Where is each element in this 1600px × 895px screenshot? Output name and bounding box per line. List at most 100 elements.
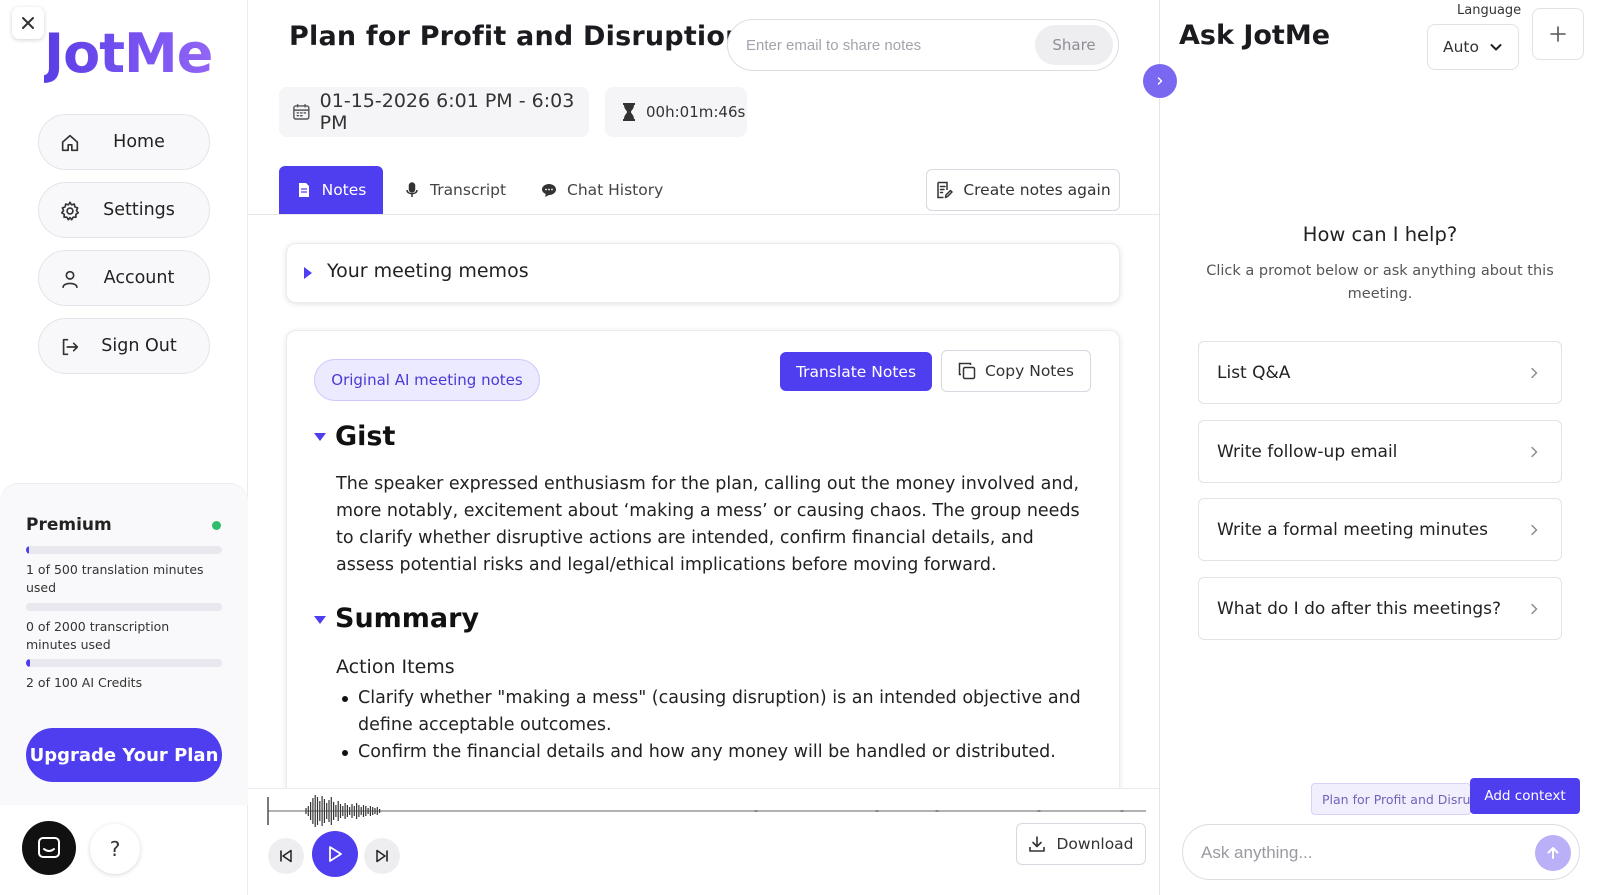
tab-label: Transcript (430, 181, 507, 199)
play-icon (329, 846, 342, 862)
nav-item-home[interactable]: Home (38, 114, 210, 170)
download-label: Download (1056, 835, 1134, 853)
download-icon (1029, 836, 1046, 852)
copy-notes-button[interactable]: Copy Notes (941, 350, 1091, 392)
skip-back-icon (280, 849, 292, 863)
play-button[interactable] (312, 831, 358, 877)
chevron-right-icon (1531, 446, 1538, 458)
collapse-arrow-icon[interactable] (314, 616, 326, 624)
ask-jotme-panel: Ask JotMe Language Auto How can I help? … (1160, 0, 1600, 895)
usage-fill (26, 546, 29, 554)
create-notes-label: Create notes again (963, 181, 1111, 199)
assistant-title: Ask JotMe (1179, 20, 1331, 51)
tab-transcript[interactable]: Transcript (404, 166, 522, 214)
previous-button[interactable] (268, 838, 304, 874)
edit-notes-icon (937, 181, 954, 199)
chevron-down-icon (1490, 44, 1502, 51)
meeting-duration-box: 00h:01m:46s (605, 87, 747, 137)
collapse-panel-button[interactable] (1143, 64, 1177, 98)
tab-label: Chat History (567, 181, 664, 199)
hourglass-icon (623, 103, 635, 121)
help-button[interactable]: ? (90, 824, 140, 874)
transcription-usage-bar (26, 603, 222, 611)
arrow-up-icon (1547, 847, 1559, 859)
translate-notes-button[interactable]: Translate Notes (780, 352, 932, 391)
send-button[interactable] (1535, 835, 1571, 871)
nav-item-account[interactable]: Account (38, 250, 210, 306)
meeting-date-box: 01-15-2026 6:01 PM - 6:03 PM (279, 87, 589, 137)
summary-heading: Summary (335, 603, 480, 634)
tabs-divider (248, 214, 1159, 215)
collapse-arrow-icon[interactable] (314, 433, 326, 441)
upgrade-plan-button[interactable]: Upgrade Your Plan (26, 728, 222, 782)
support-chat-button[interactable] (22, 821, 76, 875)
action-items-list: Clarify whether "making a mess" (causing… (336, 685, 1096, 766)
nav-item-sign-out[interactable]: Sign Out (38, 318, 210, 374)
language-value: Auto (1443, 38, 1479, 56)
chevron-right-icon (1531, 524, 1538, 536)
close-sidebar-button[interactable] (12, 7, 44, 39)
prompt-next-steps[interactable]: What do I do after this meetings? (1198, 577, 1562, 640)
list-item: Confirm the financial details and how an… (336, 739, 1096, 766)
microphone-icon (406, 182, 418, 197)
audio-player: Download (248, 788, 1159, 895)
main-content: Plan for Profit and Disruption Share 01-… (248, 0, 1159, 895)
prompt-label: Write follow-up email (1217, 441, 1398, 462)
prompt-list-qa[interactable]: List Q&A (1198, 341, 1562, 404)
new-chat-button[interactable] (1532, 8, 1584, 60)
original-notes-badge[interactable]: Original AI meeting notes (314, 359, 540, 401)
calendar-icon (293, 104, 310, 120)
prompt-follow-up-email[interactable]: Write follow-up email (1198, 420, 1562, 483)
download-button[interactable]: Download (1016, 823, 1146, 865)
meeting-date-range: 01-15-2026 6:01 PM - 6:03 PM (319, 90, 575, 134)
nav-label: Home (113, 132, 165, 152)
prompt-label: List Q&A (1217, 362, 1291, 383)
language-select[interactable]: Auto (1427, 24, 1519, 70)
tab-notes[interactable]: Notes (279, 166, 383, 214)
notes-icon (298, 183, 309, 197)
skip-forward-icon (376, 849, 388, 863)
plus-icon (1550, 26, 1566, 42)
meeting-duration: 00h:01m:46s (646, 103, 746, 121)
prompt-meeting-minutes[interactable]: Write a formal meeting minutes (1198, 498, 1562, 561)
prompt-label: Write a formal meeting minutes (1217, 519, 1488, 540)
add-context-button[interactable]: Add context (1470, 778, 1580, 814)
nav-label: Settings (103, 200, 175, 220)
notes-card: Original AI meeting notes Translate Note… (286, 330, 1120, 800)
nav-label: Account (103, 268, 175, 288)
next-button[interactable] (364, 838, 400, 874)
ai-credits-usage-bar (26, 659, 222, 667)
help-subtitle: Click a promot below or ask anything abo… (1206, 263, 1554, 302)
copy-notes-label: Copy Notes (984, 362, 1074, 380)
share-email-input[interactable] (746, 33, 1026, 57)
ai-credits-usage-text: 2 of 100 AI Credits (26, 675, 143, 690)
chevron-right-icon (1157, 77, 1163, 85)
translation-usage-text: 1 of 500 translation minutes used (26, 562, 204, 595)
transcription-usage-text: 0 of 2000 transcription minutes used (26, 619, 170, 652)
help-heading: How can I help? (1302, 223, 1458, 246)
app-logo: JotMe (44, 22, 213, 85)
nav-label: Sign Out (101, 336, 177, 356)
close-icon (22, 17, 34, 29)
share-button[interactable]: Share (1035, 25, 1113, 65)
chevron-right-icon (1531, 603, 1538, 615)
chat-bubble-icon (38, 837, 60, 858)
copy-icon (958, 362, 976, 380)
ask-input-box (1182, 824, 1580, 880)
ask-input[interactable] (1201, 839, 1521, 867)
gist-heading: Gist (335, 421, 396, 452)
tab-label: Notes (321, 181, 367, 199)
chevron-right-icon (1531, 367, 1538, 379)
prompt-label: What do I do after this meetings? (1217, 598, 1502, 619)
tab-chat-history[interactable]: Chat History (541, 166, 681, 214)
sidebar: JotMe Home Settings Account Sign Out Pre… (0, 0, 248, 895)
context-chip[interactable]: Plan for Profit and Disru (1311, 783, 1471, 815)
nav-item-settings[interactable]: Settings (38, 182, 210, 238)
create-notes-again-button[interactable]: Create notes again (926, 169, 1120, 211)
plan-status-dot (212, 521, 221, 530)
page-title: Plan for Profit and Disruption (289, 21, 745, 52)
usage-fill (26, 659, 30, 667)
list-item: Clarify whether "making a mess" (causing… (336, 685, 1096, 739)
meeting-memos-toggle[interactable]: Your meeting memos (286, 243, 1120, 303)
gist-text: The speaker expressed enthusiasm for the… (336, 474, 1080, 575)
